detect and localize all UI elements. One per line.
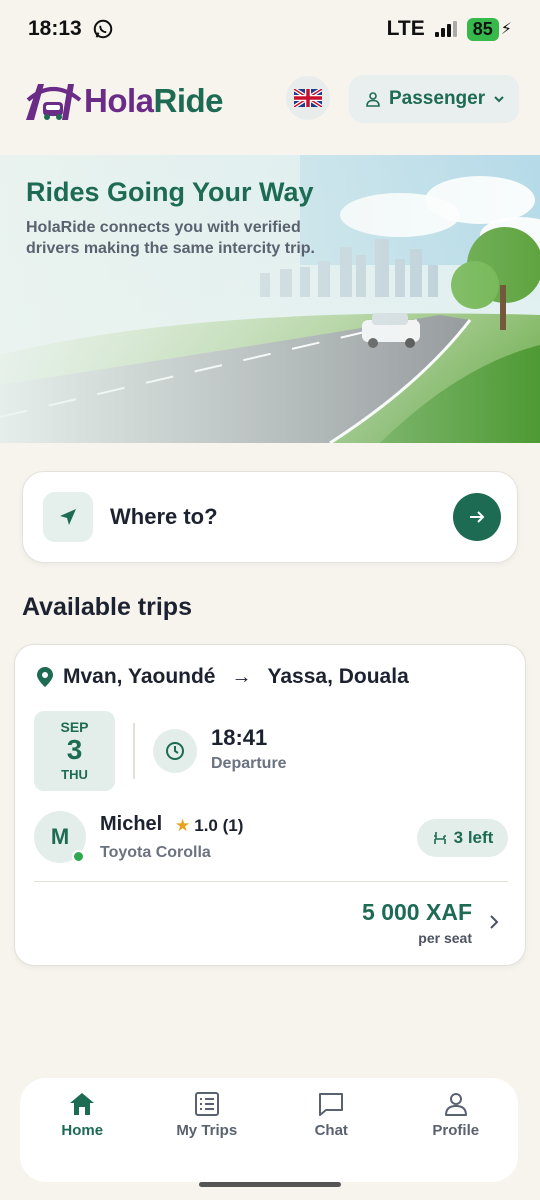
- trip-origin: Mvan, Yaoundé: [63, 665, 216, 688]
- driver-name: Michel: [100, 813, 163, 835]
- language-button[interactable]: [286, 76, 330, 120]
- search-placeholder[interactable]: Where to?: [110, 504, 453, 530]
- whatsapp-icon: [93, 19, 112, 39]
- date-month: SEP: [60, 719, 89, 735]
- divider: [34, 881, 508, 882]
- navigation-arrow-icon: [60, 509, 76, 525]
- clock-icon-box: [153, 729, 197, 773]
- bottom-navigation: Home My Trips Chat Profile: [20, 1078, 518, 1182]
- trip-date: SEP 3 THU: [34, 711, 115, 791]
- home-icon: [70, 1093, 95, 1115]
- network-type: LTE: [386, 17, 425, 40]
- divider: [133, 723, 135, 779]
- chevron-right-icon[interactable]: [487, 913, 501, 931]
- nav-chat-label: Chat: [314, 1122, 348, 1139]
- chevron-down-icon: [494, 96, 504, 103]
- hero-banner: Rides Going Your Way HolaRide connects y…: [0, 155, 540, 443]
- trip-route: Mvan, Yaoundé → Yassa, Douala: [37, 665, 409, 689]
- car-model: Toyota Corolla: [100, 844, 211, 861]
- seats-left-text: 3 left: [453, 828, 494, 847]
- star-icon: ★: [175, 816, 191, 835]
- status-bar: 18:13 LTE 85 ⚡: [0, 0, 540, 58]
- hero-title: Rides Going Your Way: [26, 177, 314, 207]
- nav-chat[interactable]: Chat: [269, 1078, 394, 1182]
- signal-icon: [434, 21, 457, 37]
- charging-icon: ⚡: [500, 21, 512, 38]
- app-logo[interactable]: Hola Ride: [24, 80, 224, 122]
- trip-price: 5 000 XAF: [362, 899, 472, 925]
- uk-flag-icon: [294, 89, 322, 107]
- navigation-icon-box: [43, 492, 93, 542]
- clock-icon: [166, 742, 184, 760]
- driver-rating: ★ 1.0 (1): [175, 816, 243, 836]
- nav-home[interactable]: Home: [20, 1078, 145, 1182]
- logo-text-ride: Ride: [153, 82, 224, 119]
- arrow-right-icon: [470, 511, 485, 523]
- status-left: 18:13: [28, 17, 114, 41]
- route-arrow: →: [231, 665, 252, 688]
- user-icon: [366, 92, 380, 107]
- list-icon: [194, 1092, 219, 1116]
- location-pin-icon: [37, 667, 53, 687]
- date-day: 3: [66, 734, 83, 765]
- profile-icon: [444, 1093, 467, 1116]
- trip-card[interactable]: Mvan, Yaoundé → Yassa, Douala SEP 3 THU …: [14, 644, 526, 966]
- nav-profile-label: Profile: [432, 1122, 480, 1139]
- online-status-indicator: [72, 850, 85, 863]
- available-trips-heading: Available trips: [22, 593, 192, 621]
- app-header: Hola Ride Passenger: [0, 70, 540, 132]
- battery-level: 85: [466, 17, 499, 41]
- logo-car-icon: [26, 84, 82, 120]
- departure-label: Departure: [211, 755, 287, 772]
- nav-profile[interactable]: Profile: [394, 1078, 519, 1182]
- role-switch-button[interactable]: Passenger: [349, 75, 519, 123]
- trip-destination: Yassa, Douala: [267, 665, 409, 688]
- status-time: 18:13: [28, 17, 82, 40]
- seat-icon: [433, 832, 446, 844]
- role-label: Passenger: [389, 88, 486, 109]
- departure-time: 18:41: [211, 725, 268, 750]
- status-right: LTE 85 ⚡: [387, 17, 512, 41]
- hero-subtitle: HolaRide connects you with verified driv…: [26, 219, 315, 257]
- home-indicator[interactable]: [199, 1182, 341, 1187]
- seats-left-badge: 3 left: [417, 819, 508, 857]
- logo-text-hola: Hola: [84, 82, 154, 119]
- nav-my-trips[interactable]: My Trips: [145, 1078, 270, 1182]
- rating-value: 1.0 (1): [194, 816, 244, 835]
- nav-my-trips-label: My Trips: [176, 1122, 238, 1139]
- destination-search[interactable]: Where to?: [22, 471, 518, 563]
- chat-icon: [319, 1093, 344, 1116]
- search-go-button[interactable]: [453, 493, 501, 541]
- nav-home-label: Home: [61, 1122, 104, 1139]
- date-weekday: THU: [61, 767, 88, 782]
- price-unit: per seat: [418, 930, 472, 946]
